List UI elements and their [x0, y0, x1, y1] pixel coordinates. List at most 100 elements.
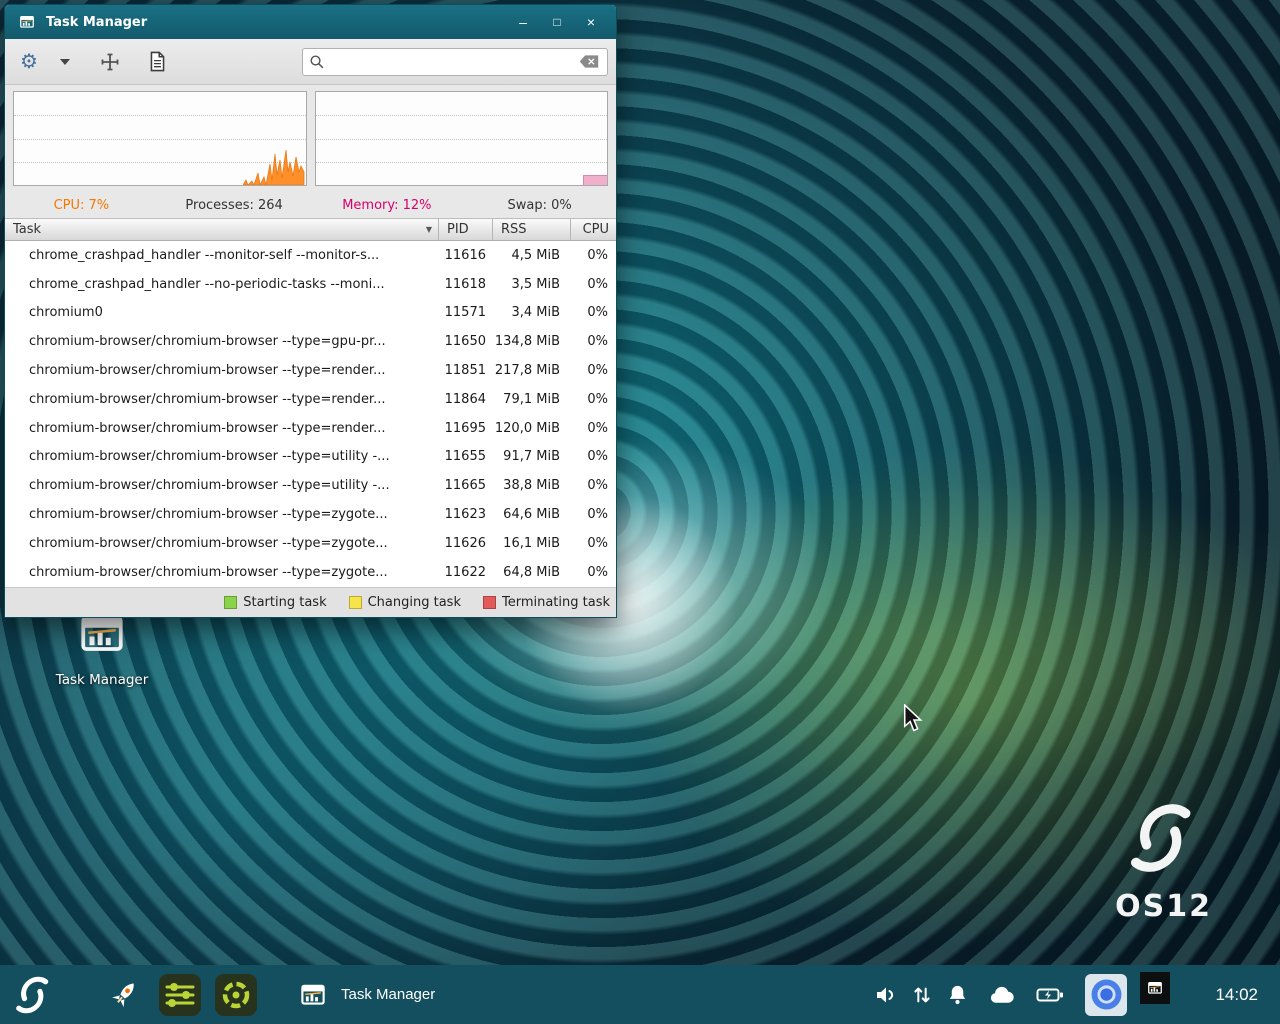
column-header-cpu[interactable]: CPU: [570, 219, 616, 240]
cell-pid: 11655: [438, 449, 492, 464]
table-row[interactable]: chrome_crashpad_handler --monitor-self -…: [5, 241, 616, 270]
transfer-button[interactable]: [911, 983, 933, 1007]
task-manager-icon: [296, 978, 330, 1012]
cell-task: chromium-browser/chromium-browser --type…: [5, 507, 438, 522]
cell-pid: 11622: [438, 565, 492, 580]
system-tray: 14:02: [874, 974, 1266, 1016]
cell-cpu: 0%: [570, 449, 616, 464]
cell-pid: 11626: [438, 536, 492, 551]
cell-cpu: 0%: [570, 478, 616, 493]
cell-pid: 11616: [438, 248, 492, 263]
os-logo: OS12: [1115, 797, 1212, 924]
minimize-button[interactable]: –: [506, 9, 540, 35]
column-header-rss[interactable]: RSS: [492, 219, 570, 240]
app-menu-icon: [214, 973, 258, 1017]
cell-rss: 4,5 MiB: [492, 248, 570, 263]
cell-task: chromium-browser/chromium-browser --type…: [5, 334, 438, 349]
cpu-stat: CPU: 7%: [5, 198, 158, 213]
sort-arrow-icon: ▼: [426, 225, 432, 234]
legend-label: Changing task: [368, 595, 461, 610]
legend-swatch: [349, 596, 362, 609]
dock-settings-button[interactable]: [158, 973, 202, 1017]
column-header-pid[interactable]: PID: [438, 219, 492, 240]
task-manager-tray-button[interactable]: [1140, 972, 1170, 1004]
cpu-history-curve: [243, 141, 305, 185]
taskbar-task-entry[interactable]: Task Manager: [296, 978, 435, 1012]
taskbar-os-logo-button[interactable]: [14, 974, 54, 1016]
search-box: [302, 48, 608, 76]
table-row[interactable]: chromium-browser/chromium-browser --type…: [5, 500, 616, 529]
cell-rss: 79,1 MiB: [492, 392, 570, 407]
crosshair-icon: [100, 52, 120, 72]
cell-rss: 120,0 MiB: [492, 421, 570, 436]
cell-task: chromium-browser/chromium-browser --type…: [5, 565, 438, 580]
pick-window-button[interactable]: [93, 48, 127, 76]
cell-pid: 11618: [438, 277, 492, 292]
cell-rss: 38,8 MiB: [492, 478, 570, 493]
swap-stat: Swap: 0%: [463, 198, 616, 213]
legend: Starting task Changing task Terminating ta…: [5, 587, 616, 617]
legend-item: Changing task: [349, 595, 461, 610]
cell-rss: 217,8 MiB: [492, 363, 570, 378]
table-row[interactable]: chromium-browser/chromium-browser --type…: [5, 529, 616, 558]
cell-pid: 11665: [438, 478, 492, 493]
battery-button[interactable]: [1036, 984, 1064, 1006]
clear-search-button[interactable]: [577, 54, 601, 69]
cloud-icon: [988, 984, 1015, 1006]
titlebar[interactable]: Task Manager – □ ×: [5, 5, 616, 39]
maximize-button[interactable]: □: [540, 9, 574, 35]
notifications-button[interactable]: [946, 983, 969, 1007]
table-row[interactable]: chromium-browser/chromium-browser --type…: [5, 385, 616, 414]
column-header-task[interactable]: Task ▼: [5, 219, 438, 240]
table-row[interactable]: chromium-browser/chromium-browser --type…: [5, 443, 616, 472]
legend-item: Terminating task: [483, 595, 610, 610]
search-input[interactable]: [331, 54, 577, 69]
cell-cpu: 0%: [570, 277, 616, 292]
cell-cpu: 0%: [570, 392, 616, 407]
cell-cpu: 0%: [570, 536, 616, 551]
cell-rss: 91,7 MiB: [492, 449, 570, 464]
legend-item: Starting task: [224, 595, 326, 610]
os-logo-icon: [1127, 797, 1201, 879]
rocket-icon: [102, 973, 146, 1017]
table-row[interactable]: chromium-browser/chromium-browser --type…: [5, 471, 616, 500]
settings-dropdown-button[interactable]: [53, 55, 77, 69]
document-icon: [148, 51, 167, 72]
cell-cpu: 0%: [570, 363, 616, 378]
cell-task: chrome_crashpad_handler --monitor-self -…: [5, 248, 438, 263]
cell-rss: 64,6 MiB: [492, 507, 570, 522]
taskbar-task-label: Task Manager: [341, 986, 435, 1003]
close-button[interactable]: ×: [574, 9, 608, 35]
cell-pid: 11571: [438, 305, 492, 320]
cell-task: chromium-browser/chromium-browser --type…: [5, 536, 438, 551]
cell-rss: 134,8 MiB: [492, 334, 570, 349]
table-row[interactable]: chrome_crashpad_handler --no-periodic-ta…: [5, 270, 616, 299]
cell-task: chrome_crashpad_handler --no-periodic-ta…: [5, 277, 438, 292]
settings-button[interactable]: ⚙: [13, 48, 45, 76]
desktop: OS12 Task Manager Task Manager – □ × ⚙: [0, 0, 1280, 1024]
table-row[interactable]: chromium-browser/chromium-browser --type…: [5, 414, 616, 443]
details-button[interactable]: [141, 47, 174, 76]
chromium-tray-button[interactable]: [1085, 974, 1127, 1016]
task-manager-icon: [1145, 978, 1165, 998]
memory-graph: [315, 91, 609, 186]
cloud-sync-button[interactable]: [988, 984, 1015, 1006]
search-icon: [309, 54, 325, 70]
volume-button[interactable]: [874, 983, 898, 1007]
cell-task: chromium-browser/chromium-browser --type…: [5, 363, 438, 378]
clock[interactable]: 14:02: [1215, 985, 1258, 1005]
table-row[interactable]: chromium0115713,4 MiB0%: [5, 299, 616, 328]
memory-stat: Memory: 12%: [311, 198, 464, 213]
column-header-task-label: Task: [13, 222, 41, 237]
cell-pid: 11623: [438, 507, 492, 522]
table-header: Task ▼ PID RSS CPU: [5, 218, 616, 241]
dock-app-menu-button[interactable]: [214, 973, 258, 1017]
cell-task: chromium-browser/chromium-browser --type…: [5, 449, 438, 464]
cell-cpu: 0%: [570, 507, 616, 522]
desktop-icon-label: Task Manager: [56, 672, 149, 688]
cell-task: chromium-browser/chromium-browser --type…: [5, 421, 438, 436]
table-row[interactable]: chromium-browser/chromium-browser --type…: [5, 327, 616, 356]
dock-launcher-button[interactable]: [102, 973, 146, 1017]
table-row[interactable]: chromium-browser/chromium-browser --type…: [5, 558, 616, 587]
table-row[interactable]: chromium-browser/chromium-browser --type…: [5, 356, 616, 385]
